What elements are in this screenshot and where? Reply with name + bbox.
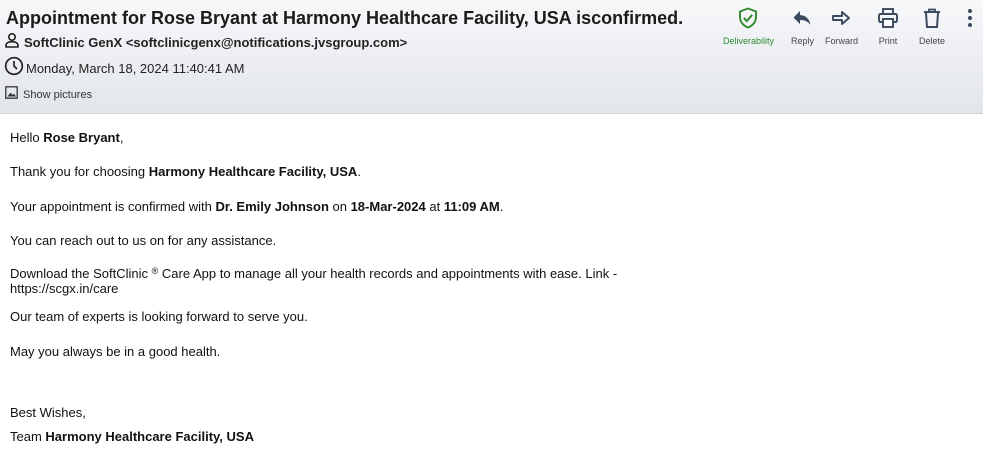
app-link[interactable]: https://scgx.in/care	[10, 281, 118, 297]
doctor-name: Dr. Emily Johnson	[215, 199, 329, 214]
appt-text: Your appointment is confirmed with	[10, 199, 216, 214]
best-wishes-line: Best Wishes,	[10, 405, 86, 420]
reply-button[interactable]: Reply	[791, 7, 814, 46]
thanks-punct: .	[357, 164, 361, 179]
delete-label: Delete	[918, 36, 945, 46]
team-line: Team Harmony Healthcare Facility, USA	[10, 429, 254, 445]
experts-line: Our team of experts is looking forward t…	[10, 309, 308, 324]
print-label: Print	[878, 36, 898, 46]
forward-label: Forward	[824, 36, 858, 46]
more-vertical-icon	[966, 7, 974, 34]
appointment-time: 11:09 AM	[443, 199, 500, 214]
facility-name: Harmony Healthcare Facility, USA	[148, 164, 358, 179]
trash-icon	[921, 7, 943, 34]
show-pictures-label: Show pictures	[23, 89, 93, 101]
clock-icon	[4, 56, 24, 81]
reply-label: Reply	[790, 36, 814, 46]
sender-address[interactable]: SoftClinic GenX <softclinicgenx@notifica…	[24, 35, 407, 50]
forward-arrow-icon	[830, 7, 852, 34]
download-text: Download the SoftClinic	[10, 266, 152, 281]
deliverability-label: Deliverability	[722, 36, 774, 46]
download-text-rest: Care App to manage all your health recor…	[158, 266, 618, 281]
date-row: Monday, March 18, 2024 11:40:41 AM	[4, 56, 245, 81]
delete-button[interactable]: Delete	[919, 7, 945, 46]
print-button[interactable]: Print	[877, 7, 899, 46]
shield-check-icon	[737, 7, 759, 34]
image-icon	[5, 86, 18, 104]
show-pictures-button[interactable]: Show pictures	[5, 86, 92, 104]
greeting-line: Hello Rose Bryant,	[10, 130, 123, 146]
reply-icon	[791, 7, 813, 34]
email-subject: Appointment for Rose Bryant at Harmony H…	[6, 8, 684, 28]
deliverability-button[interactable]: Deliverability	[723, 7, 774, 46]
printer-icon	[877, 7, 899, 34]
greeting-text: Hello	[10, 130, 44, 145]
health-line: May you always be in a good health.	[10, 344, 221, 359]
forward-button[interactable]: Forward	[825, 7, 858, 46]
patient-name: Rose Bryant	[43, 130, 120, 145]
appointment-date: 18-Mar-2024	[350, 199, 426, 214]
thanks-line: Thank you for choosing Harmony Healthcar…	[10, 164, 361, 180]
email-date: Monday, March 18, 2024 11:40:41 AM	[26, 61, 245, 76]
more-options-button[interactable]	[966, 7, 974, 34]
appt-on: on	[328, 199, 351, 214]
greeting-punct: ,	[119, 130, 124, 145]
sender-row: SoftClinic GenX <softclinicgenx@notifica…	[4, 32, 407, 53]
appt-at: at	[425, 199, 444, 214]
reach-out-line: You can reach out to us on for any assis…	[10, 233, 277, 248]
registered-mark: ®	[151, 266, 159, 276]
appt-punct: .	[499, 199, 504, 214]
thanks-text: Thank you for choosing	[10, 164, 149, 179]
team-name: Harmony Healthcare Facility, USA	[45, 429, 254, 444]
download-line: Download the SoftClinic ® Care App to ma…	[10, 266, 617, 282]
email-header: Appointment for Rose Bryant at Harmony H…	[0, 0, 983, 114]
appointment-line: Your appointment is confirmed with Dr. E…	[10, 199, 503, 215]
team-text: Team	[10, 429, 46, 444]
person-icon	[4, 32, 20, 53]
